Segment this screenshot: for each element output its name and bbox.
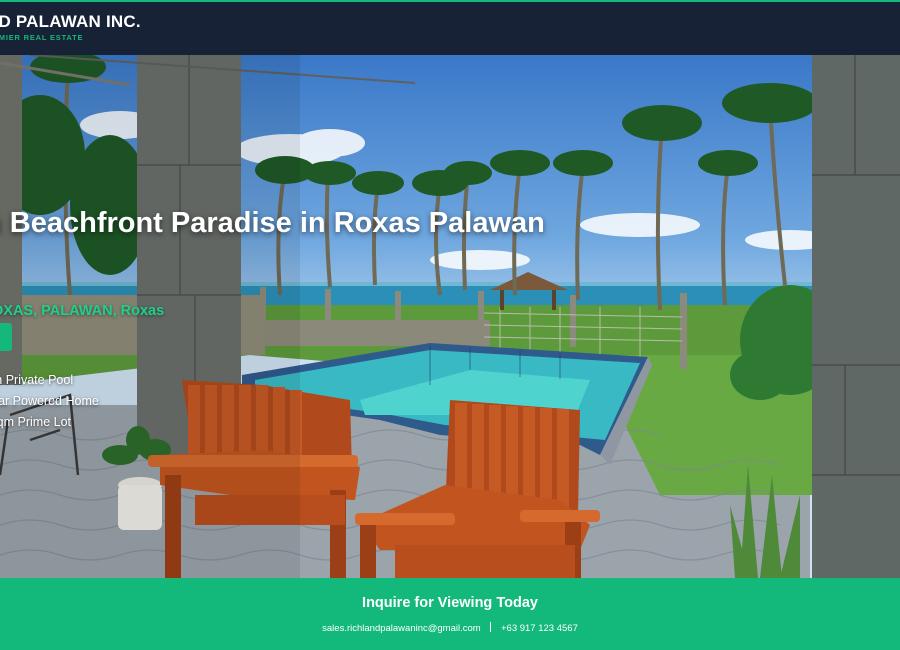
hero-section: n Beachfront Paradise in Roxas Palawan O… bbox=[0, 55, 900, 578]
feature-item-lot: 0 sqm Prime Lot bbox=[0, 415, 72, 429]
contact-divider bbox=[490, 622, 492, 632]
email-link[interactable]: sales.richlandpalawaninc@gmail.com bbox=[322, 623, 481, 634]
feature-item-solar: Solar Powered Home bbox=[0, 394, 99, 408]
feature-item-pool: with Private Pool bbox=[0, 373, 74, 387]
footer-contact: sales.richlandpalawaninc@gmail.com +63 9… bbox=[0, 622, 900, 634]
site-header: ND PALAWAN INC. EMIER REAL ESTATE bbox=[0, 2, 900, 55]
brand-name[interactable]: ND PALAWAN INC. bbox=[0, 12, 141, 32]
inquiry-footer: Inquire for Viewing Today sales.richland… bbox=[0, 578, 900, 650]
feature-list: with Private Pool Solar Powered Home 0 s… bbox=[0, 370, 99, 433]
top-accent-bar bbox=[0, 0, 900, 2]
brand-tagline: EMIER REAL ESTATE bbox=[0, 33, 84, 42]
footer-title: Inquire for Viewing Today bbox=[362, 595, 538, 611]
phone-link[interactable]: +63 917 123 4567 bbox=[501, 623, 578, 634]
hero-title: n Beachfront Paradise in Roxas Palawan bbox=[0, 207, 545, 239]
hero-cta-button[interactable] bbox=[0, 323, 12, 351]
hero-location: OXAS, PALAWAN, Roxas bbox=[0, 303, 165, 319]
